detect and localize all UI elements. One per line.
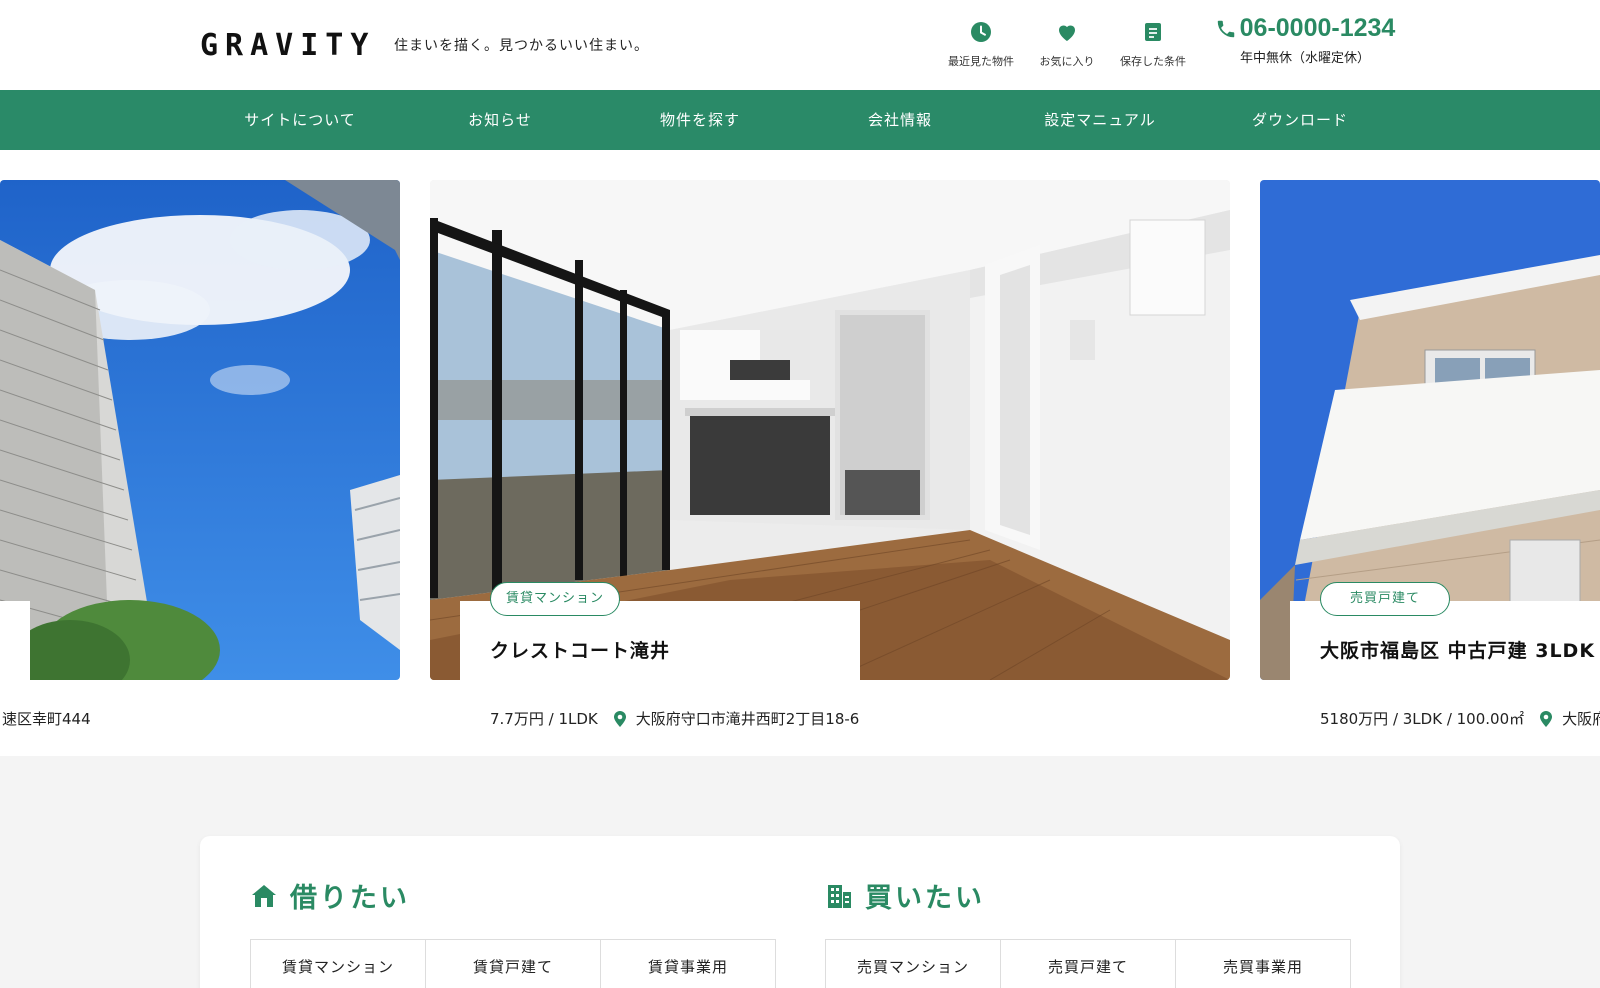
slide-address: 速区幸町444	[2, 708, 91, 729]
rent-heading: 借りたい	[250, 876, 410, 915]
nav-download[interactable]: ダウンロード	[1200, 90, 1400, 150]
building-icon	[828, 884, 851, 908]
phone-icon	[1217, 20, 1234, 37]
recently-viewed-link[interactable]: 最近見た物件	[936, 20, 1026, 69]
contact-phone[interactable]: 06-0000-1234 年中無休（水曜定休）	[1210, 14, 1400, 66]
buy-title: 買いたい	[865, 883, 985, 914]
slide-card-partial	[0, 601, 30, 681]
slide-meta: 7.7万円 / 1LDK 大阪府守口市滝井西町2丁目18-6	[490, 708, 859, 729]
tab-buy-business[interactable]: 売買事業用	[1176, 940, 1350, 988]
tab-rent-mansion[interactable]: 賃貸マンション	[251, 940, 426, 988]
nav-news[interactable]: お知らせ	[400, 90, 600, 150]
category-badge[interactable]: 売買戸建て	[1320, 582, 1450, 616]
nav-search-property[interactable]: 物件を探す	[600, 90, 800, 150]
slide-meta: 5180万円 / 3LDK / 100.00㎡ 大阪府	[1320, 708, 1600, 729]
slide-price-layout: 7.7万円 / 1LDK	[490, 710, 598, 728]
buy-category-tabs: 売買マンション 売買戸建て 売買事業用	[825, 939, 1351, 988]
rent-category-tabs: 賃貸マンション 賃貸戸建て 賃貸事業用	[250, 939, 776, 988]
tab-rent-business[interactable]: 賃貸事業用	[601, 940, 775, 988]
slide-address-text: 速区幸町444	[2, 710, 91, 728]
house-icon	[252, 884, 276, 907]
site-logo[interactable]: GRAVITY	[200, 28, 375, 63]
heart-icon	[1059, 25, 1075, 41]
favorites-label: お気に入り	[1039, 55, 1095, 68]
carousel-slide-image[interactable]	[0, 180, 400, 680]
slide-price-layout: 5180万円 / 3LDK / 100.00㎡	[1320, 710, 1525, 728]
main-nav: サイトについて お知らせ 物件を探す 会社情報 設定マニュアル ダウンロード	[0, 90, 1600, 150]
slide-title[interactable]: クレストコート滝井	[490, 636, 670, 663]
tab-buy-mansion[interactable]: 売買マンション	[826, 940, 1001, 988]
tab-rent-house[interactable]: 賃貸戸建て	[426, 940, 601, 988]
saved-conditions-label: 保存した条件	[1120, 55, 1186, 68]
nav-about[interactable]: サイトについて	[200, 90, 400, 150]
business-hours: 年中無休（水曜定休）	[1239, 51, 1370, 66]
site-header: GRAVITY 住まいを描く。見つかるいい住まい。 最近見た物件 お気に入り 保…	[0, 0, 1600, 90]
site-tagline: 住まいを描く。見つかるいい住まい。	[394, 38, 649, 54]
rent-title: 借りたい	[290, 883, 410, 914]
recently-viewed-label: 最近見た物件	[948, 55, 1014, 68]
slide-address-text: 大阪府守口市滝井西町2丁目18-6	[635, 710, 860, 728]
slide-address-text: 大阪府	[1562, 710, 1600, 728]
tower-photo	[0, 180, 400, 680]
nav-manual[interactable]: 設定マニュアル	[1000, 90, 1200, 150]
search-panel: 借りたい 賃貸マンション 賃貸戸建て 賃貸事業用 買いたい 売買マンション 売買…	[200, 836, 1400, 988]
clock-icon	[971, 22, 991, 42]
favorites-link[interactable]: お気に入り	[1022, 20, 1112, 69]
map-pin-icon	[613, 710, 626, 727]
document-icon	[1145, 23, 1161, 41]
nav-company[interactable]: 会社情報	[800, 90, 1000, 150]
category-badge[interactable]: 賃貸マンション	[490, 582, 620, 616]
buy-heading: 買いたい	[825, 876, 985, 915]
saved-conditions-link[interactable]: 保存した条件	[1108, 20, 1198, 69]
tab-buy-house[interactable]: 売買戸建て	[1001, 940, 1176, 988]
phone-number: 06-0000-1234	[1239, 14, 1396, 42]
map-pin-icon	[1540, 710, 1553, 727]
slide-title[interactable]: 大阪市福島区 中古戸建 3LDK	[1320, 636, 1595, 663]
